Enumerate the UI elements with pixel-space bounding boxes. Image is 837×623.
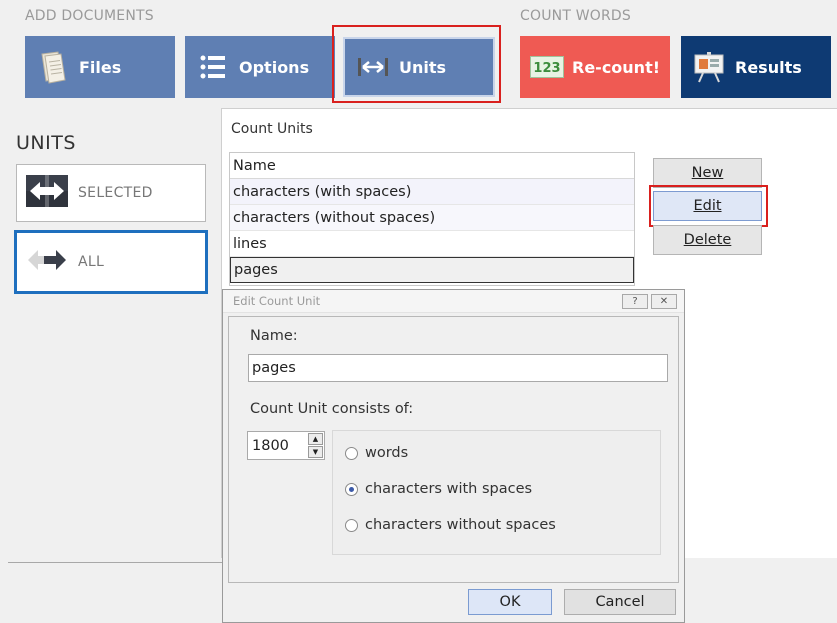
radio-words[interactable]: words xyxy=(345,445,408,461)
arrows-all-icon xyxy=(26,244,68,280)
list-item[interactable]: characters (with spaces) xyxy=(230,179,634,205)
list-item[interactable]: lines xyxy=(230,231,634,257)
new-button[interactable]: New xyxy=(653,158,762,188)
name-label: Name: xyxy=(250,328,298,344)
delete-button-label: Delete xyxy=(683,232,732,248)
recount-button[interactable]: 123 Re-count! xyxy=(520,36,670,98)
svg-text:123: 123 xyxy=(533,61,560,76)
list-item-selected[interactable]: pages xyxy=(230,257,634,283)
arrows-horizontal-icon xyxy=(355,49,391,85)
stepper-down-icon[interactable]: ▼ xyxy=(308,446,323,458)
cancel-button[interactable]: Cancel xyxy=(564,589,676,615)
sidebar-item-label: SELECTED xyxy=(78,185,153,201)
radio-selected-icon xyxy=(345,482,358,496)
radio-label: words xyxy=(365,445,409,461)
sidebar-item-label: ALL xyxy=(78,254,105,270)
sidebar-item-selected[interactable]: SELECTED xyxy=(16,164,206,222)
radio-label: characters without spaces xyxy=(365,517,556,533)
radio-label: characters with spaces xyxy=(365,481,533,497)
results-button[interactable]: Results xyxy=(681,36,831,98)
count-words-label: COUNT WORDS xyxy=(520,8,631,24)
radio-icon xyxy=(345,518,358,532)
units-button[interactable]: Units xyxy=(343,37,495,97)
edit-button[interactable]: Edit xyxy=(653,191,762,221)
delete-button[interactable]: Delete xyxy=(653,225,762,255)
presentation-icon xyxy=(691,49,727,85)
sidebar-item-all[interactable]: ALL xyxy=(14,230,208,294)
document-icon xyxy=(35,49,71,85)
stepper-up-icon[interactable]: ▲ xyxy=(308,433,323,445)
count-input[interactable] xyxy=(248,432,304,459)
name-field[interactable] xyxy=(248,354,668,382)
close-icon[interactable]: ✕ xyxy=(651,294,677,309)
count-units-list: Name characters (with spaces) characters… xyxy=(229,152,635,286)
recount-label: Re-count! xyxy=(572,57,661,77)
help-button[interactable]: ? xyxy=(622,294,648,309)
results-label: Results xyxy=(735,57,802,77)
counter-123-icon: 123 xyxy=(530,49,564,85)
ok-button[interactable]: OK xyxy=(468,589,552,615)
radio-characters-without-spaces[interactable]: characters without spaces xyxy=(345,517,556,533)
options-label: Options xyxy=(239,57,310,77)
new-button-label: New xyxy=(691,165,724,181)
edit-button-label: Edit xyxy=(693,198,722,214)
options-button[interactable]: Options xyxy=(185,36,335,98)
units-title: UNITS xyxy=(16,132,76,154)
unit-type-group: words characters with spaces characters … xyxy=(332,430,661,555)
add-documents-label: ADD DOCUMENTS xyxy=(25,8,154,24)
units-label: Units xyxy=(399,57,447,77)
edit-count-unit-dialog: Edit Count Unit ? ✕ Name: Count Unit con… xyxy=(222,289,685,623)
files-button[interactable]: Files xyxy=(25,36,175,98)
dialog-title: Edit Count Unit xyxy=(223,290,684,313)
divider xyxy=(8,562,222,563)
consists-label: Count Unit consists of: xyxy=(250,401,414,417)
radio-characters-with-spaces[interactable]: characters with spaces xyxy=(345,481,532,497)
files-label: Files xyxy=(79,57,122,77)
column-header-name[interactable]: Name xyxy=(230,153,634,179)
panel-title: Count Units xyxy=(231,121,313,137)
dialog-body: Name: Count Unit consists of: ▲ ▼ words … xyxy=(228,316,679,583)
radio-icon xyxy=(345,446,358,460)
list-item[interactable]: characters (without spaces) xyxy=(230,205,634,231)
list-icon xyxy=(195,49,231,85)
count-stepper[interactable]: ▲ ▼ xyxy=(247,431,325,460)
arrows-selected-icon xyxy=(26,175,68,211)
